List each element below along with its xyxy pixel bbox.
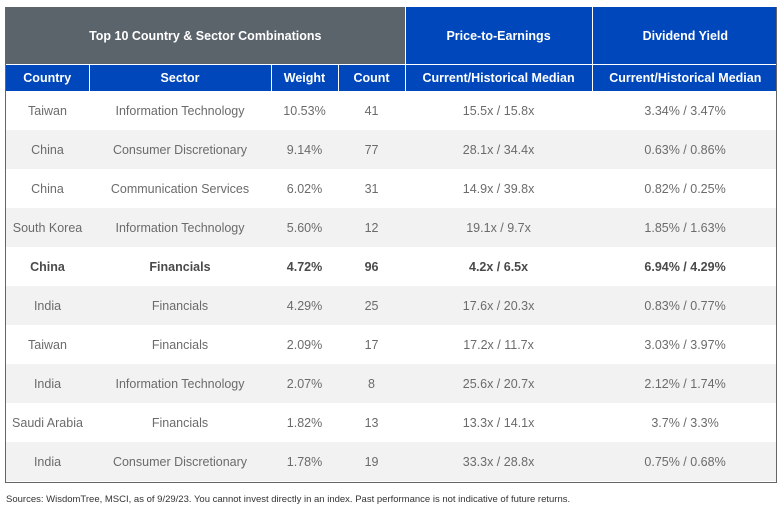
cell-country: China [30,259,65,274]
cell-weight: 2.09% [286,337,323,352]
cell-pe: 17.6x / 20.3x [405,286,593,325]
cell-country: Taiwan [28,103,67,118]
cell-count: 12 [338,208,406,247]
cell-weight: 1.78% [271,442,338,481]
table-row: India Consumer Discretionary 1.78% 19 33.3x … [6,442,776,481]
col-sector: Sector [88,64,271,91]
cell-dy: 2.12% / 1.74% [592,364,776,403]
cell-pe: 13.3x / 14.1x [462,415,535,430]
table-row: South Korea Information Technology 5.60% 12… [6,208,776,247]
cell-count: 17 [364,337,379,352]
table-row: China Communication Services 6.02% 31 14.9x … [6,169,776,208]
table-row: India Information Technology 2.07% 8 25.6x /… [6,364,776,403]
col-dy-median: Current/Historical Median [591,64,776,91]
cell-dy: 1.85% / 1.63% [592,208,776,247]
cell-count: 25 [338,286,406,325]
cell-dy: 3.03% / 3.97% [644,337,726,352]
cell-sector: Consumer Discretionary [89,442,271,481]
cell-dy: 0.83% / 0.77% [592,286,776,325]
table-row: China Consumer Discretionary 9.14% 77 28.1x … [6,130,776,169]
cell-count: 8 [338,364,406,403]
cell-country: South Korea [6,208,89,247]
table-group-header: Top 10 Country & Sector Combinations Pri… [6,7,776,65]
cell-pe: 25.6x / 20.7x [405,364,593,403]
cell-sector: Consumer Discretionary [89,130,271,169]
cell-country: India [6,442,89,481]
table-row: China Financials 4.72% 96 4.2x / 6.5x 6.94% /… [6,247,776,286]
cell-dy: 0.75% / 0.68% [592,442,776,481]
cell-count: 41 [364,103,379,118]
cell-dy: 0.82% / 0.25% [644,181,726,196]
cell-country: India [6,364,89,403]
cell-weight: 4.29% [271,286,338,325]
col-weight: Weight [270,64,338,91]
cell-weight: 9.14% [271,130,338,169]
cell-pe: 33.3x / 28.8x [405,442,593,481]
cell-country: Taiwan [28,337,67,352]
cell-weight: 4.72% [286,259,323,274]
cell-pe: 28.1x / 34.4x [405,130,593,169]
cell-sector: Information Technology [89,364,271,403]
col-pe-median: Current/Historical Median [404,64,593,91]
col-country: Country [6,64,89,91]
cell-dy: 6.94% / 4.29% [644,259,726,274]
cell-count: 13 [364,415,379,430]
cell-pe: 14.9x / 39.8x [462,181,535,196]
cell-pe: 19.1x / 9.7x [405,208,593,247]
table-column-header: Country Sector Weight Count Current/Hist… [6,64,776,91]
cell-sector: Information Technology [115,103,245,118]
cell-weight: 2.07% [271,364,338,403]
cell-dy: 3.7% / 3.3% [651,415,719,430]
cell-pe: 17.2x / 11.7x [463,337,534,352]
cell-sector: Communication Services [110,181,250,196]
source-note: Sources: WisdomTree, MSCI, as of 9/29/23… [6,494,571,505]
pe-title: Price-to-Earnings [404,7,593,65]
cell-weight: 6.02% [286,181,323,196]
cell-country: China [31,181,64,196]
cell-country: Saudi Arabia [12,415,83,430]
cell-weight: 1.82% [286,415,323,430]
table-row: India Financials 4.29% 25 17.6x / 20.3x 0.83%… [6,286,776,325]
cell-count: 96 [364,259,379,274]
cell-dy: 0.63% / 0.86% [592,130,776,169]
cell-count: 19 [338,442,406,481]
cell-count: 31 [364,181,379,196]
cell-weight: 5.60% [271,208,338,247]
dy-title: Dividend Yield [591,7,776,65]
cell-sector: Financials [149,259,211,274]
group-title: Top 10 Country & Sector Combinations [6,7,406,65]
table-row: Saudi Arabia Financials 1.82% 13 13.3x / 14.… [6,403,776,442]
cell-sector: Financials [151,415,209,430]
cell-dy: 3.34% / 3.47% [644,103,726,118]
country-sector-table-frame: Top 10 Country & Sector Combinations Pri… [5,7,777,483]
country-sector-table: Top 10 Country & Sector Combinations Pri… [6,7,776,481]
cell-weight: 10.53% [283,103,326,118]
table-row: Taiwan Financials 2.09% 17 17.2x / 11.7x 3.03… [6,325,776,364]
cell-sector: Financials [89,286,271,325]
cell-sector: Information Technology [89,208,271,247]
cell-country: China [6,130,89,169]
cell-pe: 4.2x / 6.5x [469,259,529,274]
cell-count: 77 [338,130,406,169]
cell-sector: Financials [151,337,209,352]
table-row: Taiwan Information Technology 10.53% 41 15.5… [6,91,776,130]
cell-country: India [6,286,89,325]
cell-pe: 15.5x / 15.8x [462,103,535,118]
col-count: Count [337,64,406,91]
